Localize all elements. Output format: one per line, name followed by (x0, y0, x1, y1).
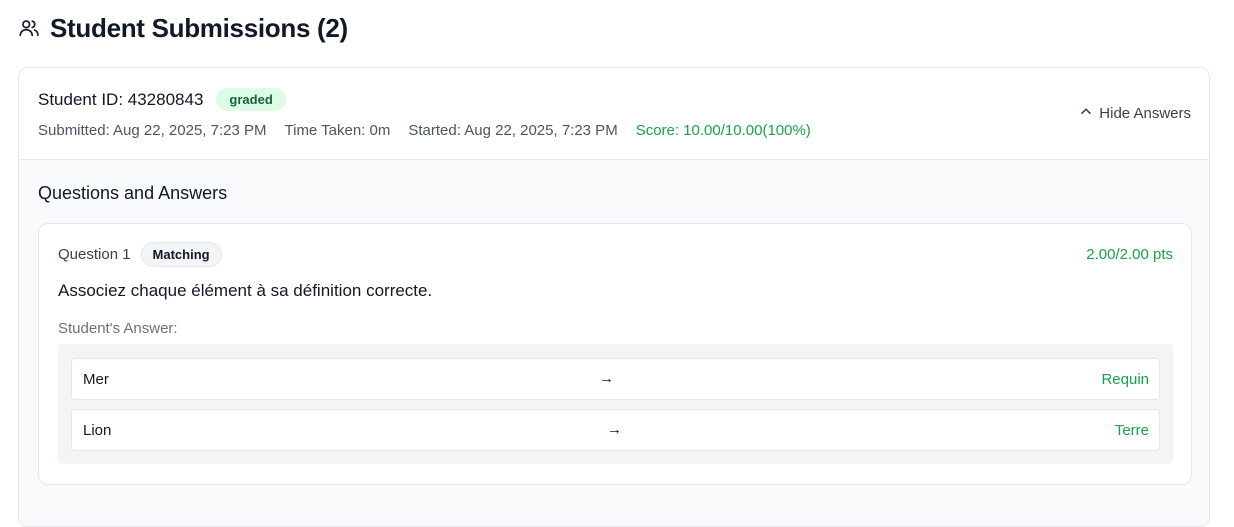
question-points: 2.00/2.00 pts (1086, 246, 1173, 263)
submitted-time: Submitted: Aug 22, 2025, 7:23 PM (38, 122, 267, 139)
status-badge: graded (216, 88, 286, 111)
answers-panel: Questions and Answers Question 1 Matchin… (19, 160, 1209, 526)
users-icon (18, 17, 40, 39)
hide-answers-button[interactable]: Hide Answers (1079, 104, 1191, 122)
questions-answers-title: Questions and Answers (38, 183, 228, 203)
student-id: Student ID: 43280843 (38, 89, 204, 109)
match-right: Requin (1101, 371, 1149, 388)
student-answer-list: Mer → Requin Lion → Terre (58, 344, 1173, 464)
student-line: Student ID: 43280843 graded (38, 88, 286, 111)
question-type-badge: Matching (140, 242, 222, 267)
arrow-right-icon: → (607, 421, 622, 438)
submission-header: Student ID: 43280843 graded Submitted: A… (19, 68, 1209, 160)
match-left: Mer (83, 371, 109, 388)
submission-card: Student ID: 43280843 graded Submitted: A… (18, 67, 1210, 527)
page-header: Student Submissions (2) (18, 12, 348, 44)
question-header: Question 1 Matching (58, 242, 222, 267)
match-row: Mer → Requin (71, 358, 1160, 400)
question-text: Associez chaque élément à sa définition … (58, 281, 433, 300)
question-number: Question 1 (58, 246, 131, 263)
question-card: Question 1 Matching 2.00/2.00 pts Associ… (38, 223, 1192, 485)
score: Score: 10.00/10.00(100%) (635, 122, 811, 139)
match-right: Terre (1114, 422, 1149, 439)
arrow-right-icon: → (599, 370, 614, 387)
time-taken: Time Taken: 0m (284, 122, 391, 139)
page-title: Student Submissions (2) (50, 12, 348, 43)
student-answer-label: Student's Answer: (58, 320, 178, 337)
chevron-up-icon (1079, 104, 1093, 122)
started-time: Started: Aug 22, 2025, 7:23 PM (408, 122, 618, 139)
submission-meta: Submitted: Aug 22, 2025, 7:23 PM Time Ta… (38, 122, 811, 139)
hide-answers-label: Hide Answers (1099, 104, 1191, 122)
match-row: Lion → Terre (71, 409, 1160, 451)
match-left: Lion (83, 422, 112, 439)
